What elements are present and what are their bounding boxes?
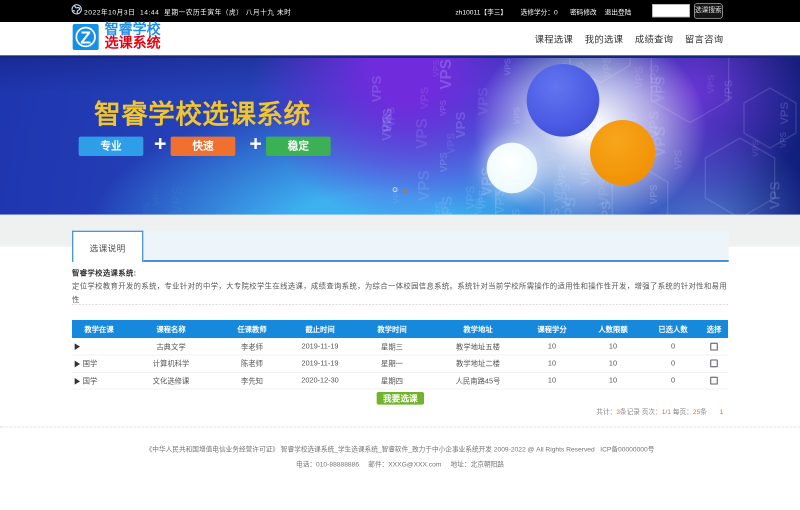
svg-text:Z: Z xyxy=(80,27,91,47)
